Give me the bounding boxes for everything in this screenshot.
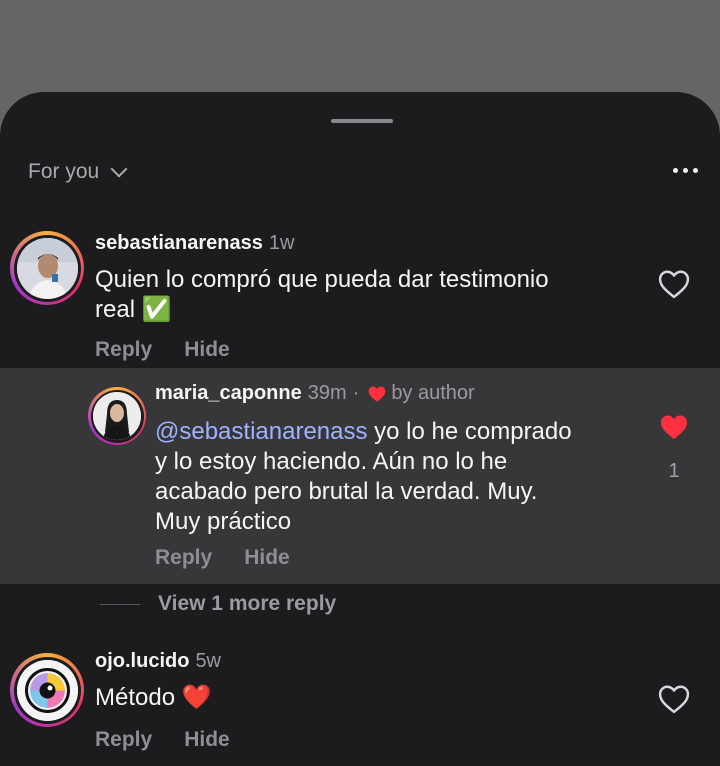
- sort-dropdown[interactable]: For you: [28, 160, 698, 184]
- hide-button[interactable]: Hide: [244, 546, 290, 570]
- heart-icon[interactable]: [657, 684, 691, 719]
- comments-sheet: For you sebastianarenass 1w Quien lo com…: [0, 92, 720, 766]
- reply-text: @sebastianarenass yo lo he comprado y lo…: [155, 418, 572, 535]
- chevron-down-icon: [110, 160, 128, 178]
- mention-link[interactable]: @sebastianarenass: [155, 418, 367, 445]
- comment-actions: Reply Hide: [95, 338, 230, 362]
- avatar[interactable]: [88, 387, 146, 445]
- comment-username[interactable]: sebastianarenass: [95, 232, 263, 255]
- view-more-replies-label: View 1 more reply: [158, 592, 337, 615]
- reply-username[interactable]: maria_caponne: [155, 382, 302, 405]
- reply-item: maria_caponne 39m · by author @sebastian…: [0, 368, 720, 584]
- avatar[interactable]: [10, 653, 84, 727]
- by-author-badge: by author: [391, 382, 475, 404]
- avatar-photo: [93, 392, 141, 440]
- comment-item: sebastianarenass 1w Quien lo compró que …: [0, 222, 720, 368]
- comment-time: 1w: [268, 232, 295, 254]
- view-more-replies-button[interactable]: View 1 more reply: [100, 592, 336, 616]
- heart-filled-icon[interactable]: [658, 413, 690, 446]
- comment-time: 5w: [195, 650, 222, 672]
- comment-text: Método ❤️: [95, 684, 212, 711]
- reply-header: maria_caponne 39m · by author: [155, 382, 475, 405]
- avatar-logo: [16, 659, 78, 721]
- hide-button[interactable]: Hide: [184, 728, 230, 752]
- like-count: 1: [668, 460, 680, 482]
- comments-topbar: For you: [28, 160, 698, 194]
- avatar[interactable]: [10, 231, 84, 305]
- reply-button[interactable]: Reply: [95, 338, 152, 362]
- meta-separator: ·: [352, 382, 360, 404]
- heart-filled-icon: [367, 385, 387, 403]
- comment-header: ojo.lucido 5w: [95, 650, 221, 673]
- heart-icon[interactable]: [657, 269, 691, 304]
- comment-username[interactable]: ojo.lucido: [95, 650, 189, 673]
- comment-text: Quien lo compró que pueda dar testimonio…: [95, 266, 549, 323]
- comment-header: sebastianarenass 1w: [95, 232, 294, 255]
- avatar-photo: [16, 237, 78, 299]
- divider: [100, 603, 140, 605]
- reply-action-buttons: Reply Hide: [155, 546, 290, 570]
- hide-button[interactable]: Hide: [184, 338, 230, 362]
- reply-button[interactable]: Reply: [95, 728, 152, 752]
- comment-item: ojo.lucido 5w Método ❤️ Reply Hide: [0, 648, 720, 766]
- reply-time: 39m: [307, 382, 347, 404]
- drag-handle[interactable]: [331, 119, 393, 123]
- more-options-icon[interactable]: [673, 168, 698, 173]
- reply-button[interactable]: Reply: [155, 546, 212, 570]
- sort-label: For you: [28, 160, 100, 183]
- comment-actions: Reply Hide: [95, 728, 230, 752]
